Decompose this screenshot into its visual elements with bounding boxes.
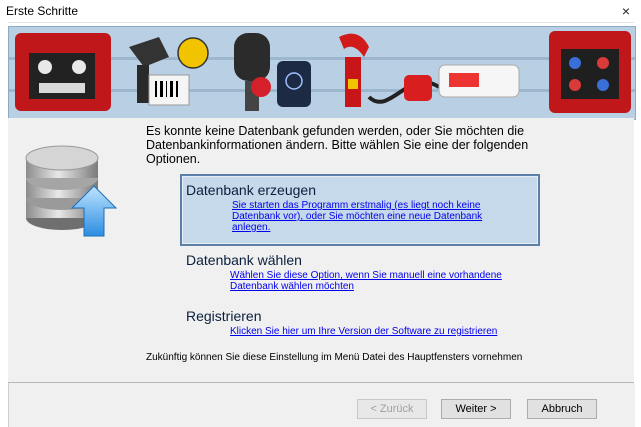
option-create-database[interactable]: Datenbank erzeugen Sie starten das Progr… xyxy=(180,174,540,246)
database-upload-icon xyxy=(20,134,120,244)
window-border-left xyxy=(0,22,8,427)
option-link[interactable]: Sie starten das Programm erstmalig (es l… xyxy=(232,200,512,233)
next-button[interactable]: Weiter > xyxy=(441,399,511,419)
back-button[interactable]: < Zurück xyxy=(357,399,427,419)
close-icon[interactable]: × xyxy=(611,0,641,22)
cancel-button[interactable]: Abbruch xyxy=(527,399,597,419)
intro-text: Es konnte keine Datenbank gefunden werde… xyxy=(146,124,529,166)
option-title: Datenbank wählen xyxy=(186,252,302,268)
option-link[interactable]: Wählen Sie diese Option, wenn Sie manuel… xyxy=(230,270,520,292)
content-panel: Es konnte keine Datenbank gefunden werde… xyxy=(8,118,634,382)
option-link[interactable]: Klicken Sie hier um Ihre Version der Sof… xyxy=(230,326,530,337)
option-register[interactable]: Registrieren Klicken Sie hier um Ihre Ve… xyxy=(180,308,536,340)
option-title: Registrieren xyxy=(186,308,262,324)
window-title: Erste Schritte xyxy=(6,4,79,18)
banner-image xyxy=(9,27,635,119)
header-banner xyxy=(8,26,636,120)
button-bar: < Zurück Weiter > Abbruch xyxy=(8,383,635,427)
option-select-database[interactable]: Datenbank wählen Wählen Sie diese Option… xyxy=(180,252,536,298)
title-bar: Erste Schritte × xyxy=(0,0,641,23)
option-title: Datenbank erzeugen xyxy=(186,182,316,198)
footer-note: Zukünftig können Sie diese Einstellung i… xyxy=(146,352,523,363)
